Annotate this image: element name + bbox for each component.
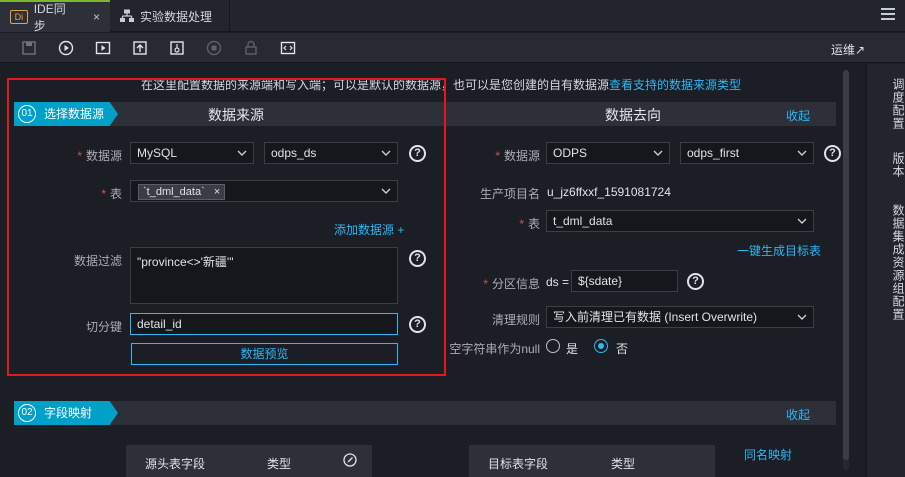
radio-no[interactable] [594,339,608,353]
target-datasource-type-select[interactable]: ODPS [546,142,670,164]
source-field-col: 源头表字段 [145,457,206,471]
collapse-link[interactable]: 收起 [786,107,810,124]
target-table-select[interactable]: t_dml_data [546,210,814,232]
help-icon[interactable]: ? [824,145,841,162]
chevron-down-icon [797,314,807,320]
right-sidebar: 调度配置 版本 数据集成资源组配置 [866,64,905,477]
target-type-col: 类型 [611,457,636,471]
tab-ide-sync[interactable]: Di IDE同步 × [0,0,110,33]
chevron-down-icon [797,150,807,156]
stop-icon[interactable] [205,39,223,57]
chevron-down-icon [797,218,807,224]
scrollbar[interactable] [843,70,849,470]
chevron-down-icon [653,150,663,156]
target-field-col: 目标表字段 [488,457,549,471]
target-table-label: * 表 [519,217,540,231]
step2-tag: 02 字段映射 [14,401,118,425]
radio-no-label: 否 [616,342,629,356]
partition-prefix: ds = [546,275,570,289]
target-datasource-name-select[interactable]: odps_first [680,142,814,164]
same-name-map-link[interactable]: 同名映射 [744,446,792,463]
submit-icon[interactable] [131,39,149,57]
radio-yes-label: 是 [566,342,579,356]
partition-label: * 分区信息 [483,277,540,291]
cleanup-select[interactable]: 写入前清理已有数据 (Insert Overwrite) [546,306,814,328]
step2-label: 字段映射 [44,406,93,420]
source-field-header: 源头表字段 类型 [126,445,372,477]
run-params-icon[interactable] [94,39,112,57]
highlight-box [7,78,446,376]
supported-sources-link[interactable]: 查看支持的数据来源类型 [609,78,741,92]
target-field-header: 目标表字段 类型 [469,445,715,477]
step2-bar: 02 字段映射 收起 [14,401,836,425]
tab-bar: Di IDE同步 × 实验数据处理 [0,0,905,33]
tab-label: 实验数据处理 [140,9,213,24]
workflow-icon [120,9,134,22]
source-type-col: 类型 [267,457,292,471]
sidebar-item-resource-group[interactable]: 数据集成资源组配置 [867,202,905,322]
radio-yes[interactable] [546,339,560,353]
cleanup-label: 清理规则 [491,313,540,327]
sidebar-item-version[interactable]: 版本 [867,150,905,180]
run-icon[interactable] [57,39,75,57]
close-icon[interactable]: × [93,10,100,24]
null-label: 空字符串作为null [449,342,540,356]
toolbar: 运维↗ [0,33,905,63]
step2-num: 02 [18,404,36,422]
collapse-link[interactable]: 收起 [786,406,810,423]
tab-label: IDE同步 [33,2,66,33]
lock-icon[interactable] [242,39,260,57]
ops-link[interactable]: 运维↗ [831,41,865,58]
project-value: u_jz6ffxxf_1591081724 [547,185,671,199]
project-label: 生产项目名 [479,187,540,201]
partition-input[interactable]: ${sdate} [571,270,678,292]
di-icon: Di [10,10,28,24]
gen-target-table-link[interactable]: 一键生成目标表 [737,242,821,259]
target-datasource-label: * 数据源 [495,149,540,163]
edit-icon[interactable] [343,453,357,467]
menu-icon[interactable] [881,8,895,22]
code-icon[interactable] [279,39,297,57]
target-title: 数据去向 [605,107,661,123]
tab-experiment[interactable]: 实验数据处理 [110,0,230,32]
help-icon[interactable]: ? [687,273,704,290]
save-icon[interactable] [20,39,38,57]
sidebar-item-schedule[interactable]: 调度配置 [867,74,905,134]
publish-icon[interactable] [168,39,186,57]
